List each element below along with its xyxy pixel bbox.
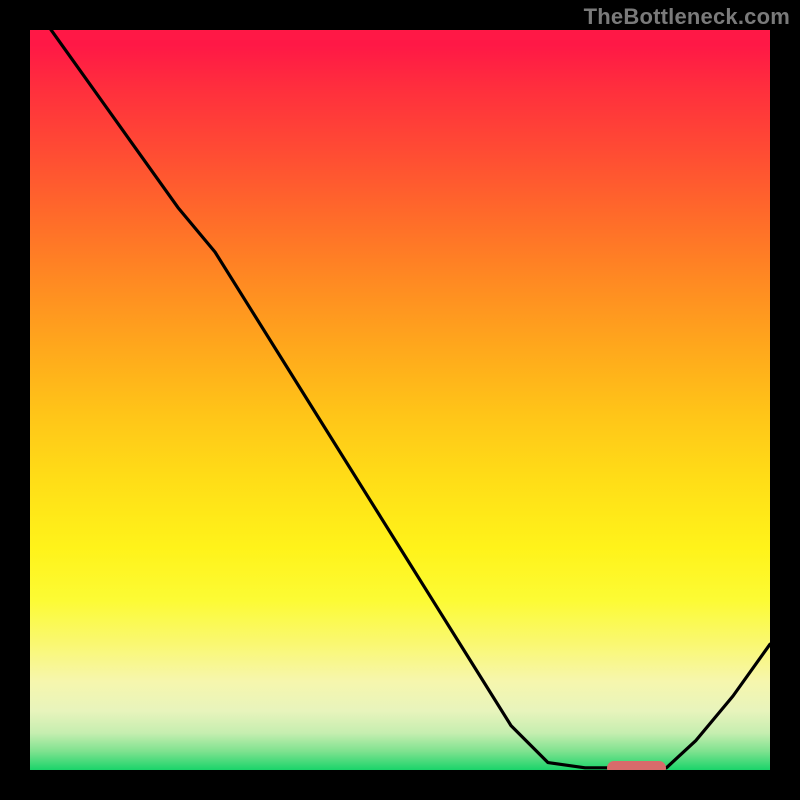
chart-frame: TheBottleneck.com	[0, 0, 800, 800]
plot-area	[30, 30, 770, 770]
bottleneck-curve	[30, 30, 770, 770]
attribution-text: TheBottleneck.com	[584, 4, 790, 30]
optimal-range-marker	[607, 761, 666, 770]
